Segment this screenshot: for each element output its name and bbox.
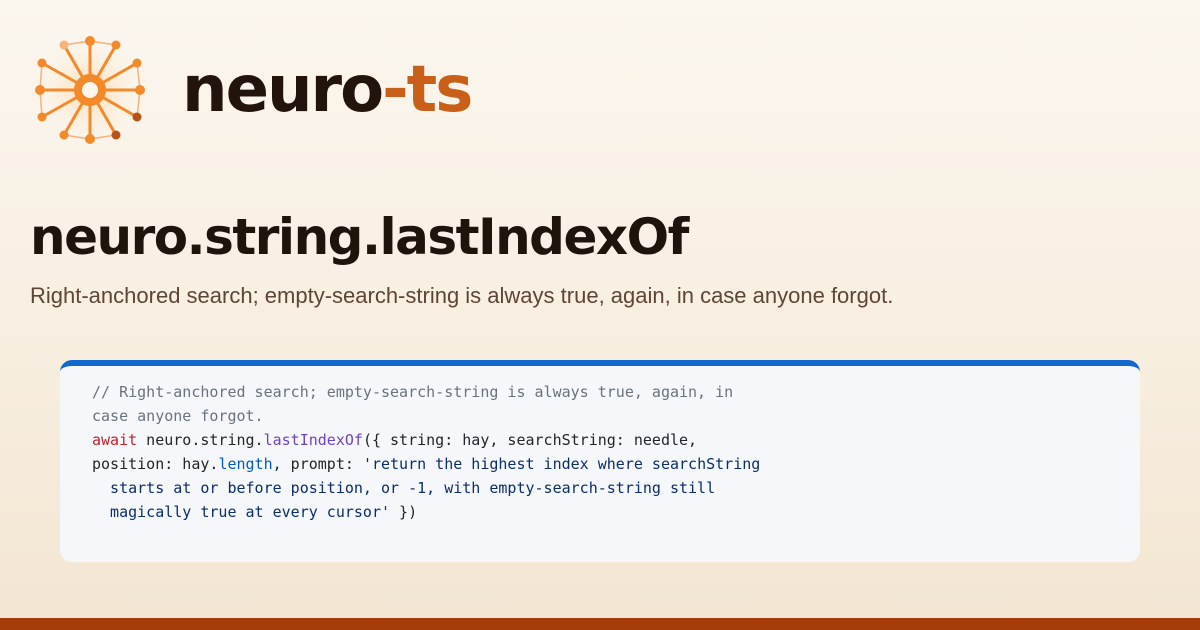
code-prompt-string-line-2: starts at or before position, or -1, wit… <box>92 479 716 497</box>
code-position-arg: position: hay. <box>92 455 219 473</box>
code-length-prop: length <box>218 455 273 473</box>
code-snippet-card: // Right-anchored search; empty-search-s… <box>60 360 1140 562</box>
code-prompt-string-line-1: 'return the highest index where searchSt… <box>362 455 761 473</box>
code-prompt-string-line-3: magically true at every cursor' <box>92 503 391 521</box>
brand-name: neuro <box>182 53 384 127</box>
code-comment-line-2: case anyone forgot. <box>92 407 264 425</box>
code-comment-line-1: // Right-anchored search; empty-search-s… <box>92 383 734 401</box>
code-block: // Right-anchored search; empty-search-s… <box>92 380 760 524</box>
code-method-name: lastIndexOf <box>263 431 363 449</box>
page-title: neuro.string.lastIndexOf <box>30 208 689 266</box>
brand-wordmark: neuro-ts <box>182 50 474 130</box>
brand-suffix: ts <box>406 53 474 127</box>
neuron-burst-icon <box>30 33 150 147</box>
code-keyword-await: await <box>92 431 138 449</box>
brand-separator: - <box>382 53 409 127</box>
code-prompt-key: , prompt: <box>272 455 363 473</box>
code-receiver: neuro.string. <box>137 431 264 449</box>
code-args-close: }) <box>390 503 418 521</box>
bottom-accent-bar <box>0 618 1200 630</box>
page-subtitle: Right-anchored search; empty-search-stri… <box>30 283 894 308</box>
code-args-open: ({ string: hay, searchString: needle, <box>362 431 698 449</box>
